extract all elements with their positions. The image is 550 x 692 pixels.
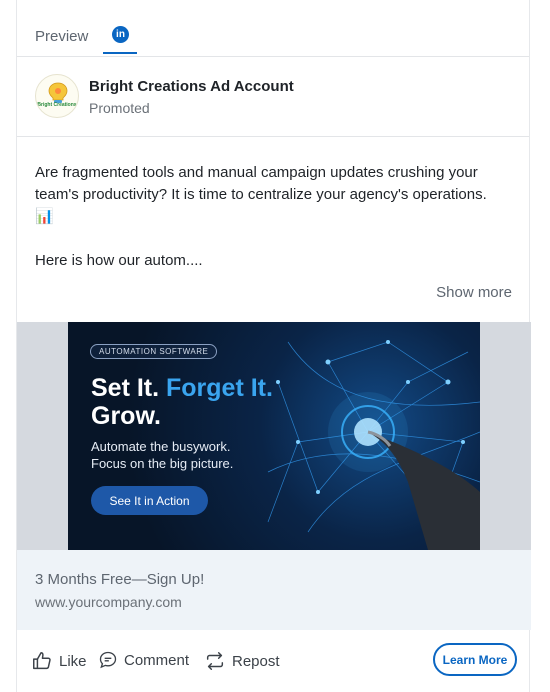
post-preview-card: Preview in Bright Creations Bright Creat…: [16, 0, 531, 692]
linkedin-icon: in: [112, 26, 129, 43]
like-button[interactable]: Like: [31, 650, 87, 672]
learn-more-button[interactable]: Learn More: [433, 643, 517, 676]
comment-icon: [99, 651, 117, 669]
avatar[interactable]: Bright Creations: [35, 74, 79, 118]
ad-subtext-line1: Automate the busywork.: [91, 439, 231, 454]
post-body-paragraph-1: Are fragmented tools and manual campaign…: [35, 164, 487, 225]
repost-label: Repost: [232, 652, 280, 670]
like-label: Like: [59, 652, 87, 670]
ad-badge: AUTOMATION SOFTWARE: [90, 344, 218, 359]
ad-subtext: Automate the busywork. Focus on the big …: [91, 438, 291, 472]
ad-headline-accent: Forget It.: [166, 374, 273, 402]
cta-headline: 3 Months Free—Sign Up!: [35, 571, 205, 588]
ad-headline-line1: Set It. Forget It.: [91, 374, 273, 402]
thumbs-up-icon: [33, 652, 51, 670]
ad-cta-button: See It in Action: [91, 486, 208, 515]
show-more-link[interactable]: Show more: [436, 284, 512, 301]
ad-headline-line2: Grow.: [91, 402, 161, 430]
avatar-logo-text: Bright Creations: [37, 102, 77, 108]
ad-creative-image: AUTOMATION SOFTWARE Set It. Forget It. G…: [68, 322, 480, 550]
tab-linkedin[interactable]: in: [103, 20, 137, 54]
post-header: Bright Creations Bright Creations Ad Acc…: [17, 57, 529, 137]
preview-tabs: Preview in: [17, 0, 529, 57]
comment-label: Comment: [124, 651, 190, 669]
lightbulb-icon: [48, 82, 68, 103]
ad-headline-part1: Set It.: [91, 374, 167, 402]
ad-media[interactable]: AUTOMATION SOFTWARE Set It. Forget It. G…: [17, 322, 531, 550]
repost-icon: [206, 652, 224, 670]
tab-preview-label: Preview: [35, 28, 89, 45]
repost-button[interactable]: Repost: [204, 650, 280, 672]
ad-cta-area[interactable]: 3 Months Free—Sign Up! www.yourcompany.c…: [17, 550, 531, 630]
post-body-paragraph-2: Here is how our autom....: [35, 252, 203, 269]
ad-subtext-line2: Focus on the big picture.: [91, 456, 234, 471]
promoted-label: Promoted: [89, 100, 150, 116]
cta-url: www.yourcompany.com: [35, 594, 182, 610]
post-body: Are fragmented tools and manual campaign…: [35, 162, 505, 272]
account-name[interactable]: Bright Creations Ad Account: [89, 78, 294, 95]
comment-button[interactable]: Comment: [98, 650, 189, 670]
social-actions-bar: Like Comment Repost Learn More: [17, 630, 531, 692]
